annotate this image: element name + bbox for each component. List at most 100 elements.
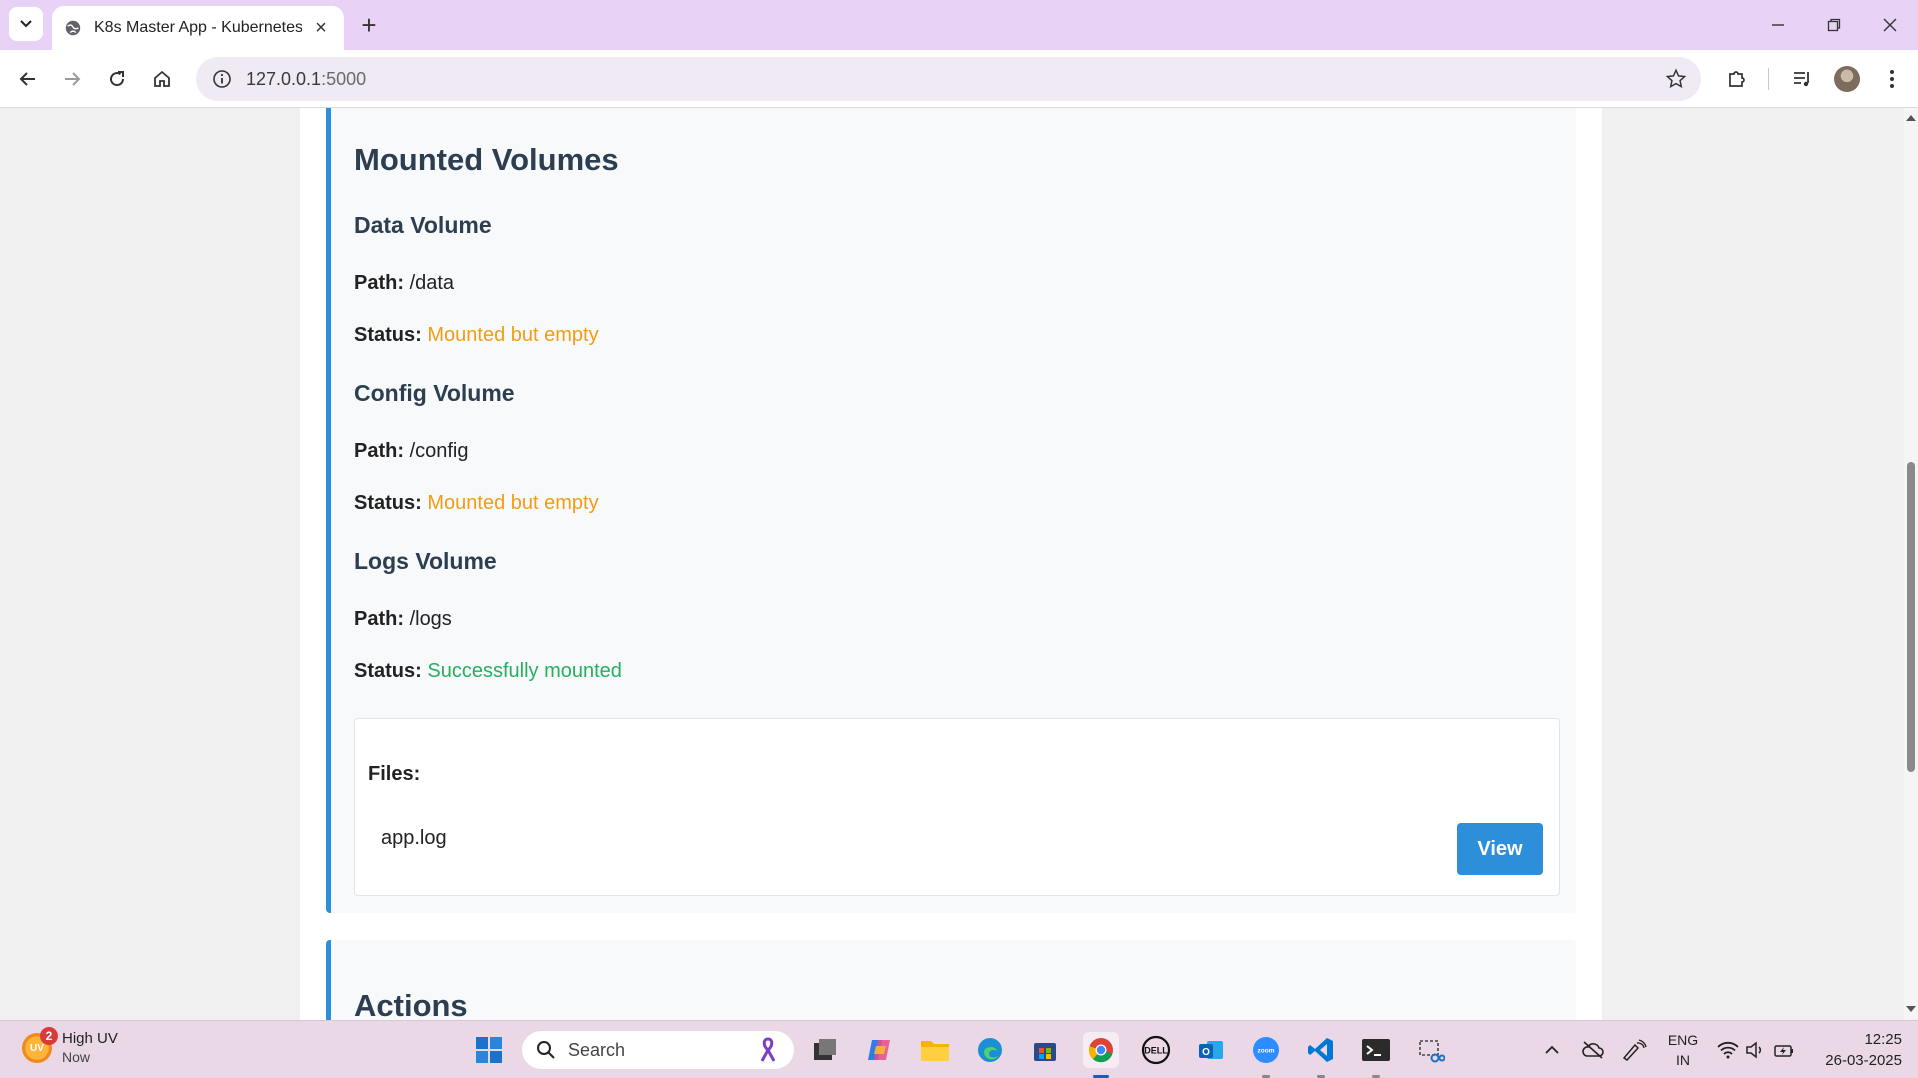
path-value: /logs [409, 608, 452, 630]
menu-button[interactable] [1874, 61, 1910, 97]
url-host: 127.0.0.1 [246, 68, 322, 89]
weather-widget[interactable]: UV 2 High UV Now [22, 1027, 118, 1067]
show-hidden-icons-button[interactable] [1537, 1021, 1567, 1078]
status-label: Status: [354, 660, 422, 682]
taskbar-search-box[interactable]: Search [522, 1031, 794, 1069]
status-value: Successfully mounted [427, 660, 622, 682]
task-view-button[interactable] [807, 1032, 843, 1068]
reload-button[interactable] [99, 61, 135, 97]
onedrive-status[interactable] [1578, 1021, 1608, 1078]
chevron-up-icon [1545, 1045, 1559, 1054]
home-button[interactable] [144, 61, 180, 97]
copilot-button[interactable] [862, 1032, 898, 1068]
battery-charging-icon [1774, 1045, 1793, 1057]
path-label: Path: [354, 440, 404, 462]
clock-time: 12:25 [1864, 1031, 1902, 1048]
store-button[interactable] [1027, 1032, 1063, 1068]
zoom-button[interactable]: zoom [1248, 1032, 1284, 1068]
wifi-status[interactable] [1714, 1021, 1742, 1078]
svg-text:DELL: DELL [1144, 1046, 1168, 1056]
outlook-button[interactable]: O [1193, 1032, 1229, 1068]
windows-taskbar: UV 2 High UV Now Search DELL O zoom ENG … [0, 1020, 1918, 1078]
status-label: Status: [354, 492, 422, 514]
page-scrollbar[interactable] [1904, 108, 1918, 1020]
files-panel: Files: app.log View [354, 718, 1560, 896]
minimize-icon [1772, 24, 1784, 26]
restore-button[interactable] [1806, 0, 1862, 50]
new-tab-button[interactable]: + [352, 8, 386, 42]
language-indicator[interactable]: ENG IN [1663, 1030, 1703, 1070]
file-name: app.log [381, 827, 447, 849]
clock-date: 26-03-2025 [1825, 1052, 1902, 1069]
url-text[interactable]: 127.0.0.1:5000 [246, 69, 366, 90]
terminal-icon [1362, 1039, 1390, 1061]
home-icon [154, 70, 170, 87]
site-info-icon[interactable] [212, 69, 232, 89]
file-explorer-button[interactable] [917, 1032, 953, 1068]
close-window-button[interactable] [1862, 0, 1918, 50]
tab-search-button[interactable] [9, 7, 43, 41]
path-value: /config [409, 440, 469, 462]
profile-button[interactable] [1829, 61, 1865, 97]
forward-button[interactable] [54, 61, 90, 97]
uv-sun-icon: UV 2 [22, 1027, 58, 1063]
battery-status[interactable] [1770, 1021, 1798, 1078]
url-port: :5000 [321, 68, 367, 89]
volume-path: Path: /data [354, 272, 454, 295]
mounted-volumes-section: Mounted Volumes Data Volume Path: /data … [326, 108, 1576, 913]
snipping-tool-button[interactable] [1413, 1032, 1449, 1068]
toolbar-divider [1768, 68, 1769, 90]
section-heading-volumes: Mounted Volumes [354, 142, 619, 177]
edge-browser-button[interactable] [972, 1032, 1008, 1068]
dell-app-button[interactable]: DELL [1138, 1032, 1174, 1068]
back-button[interactable] [10, 61, 46, 97]
volume-status: Status: Mounted but empty [354, 492, 599, 515]
volume-name: Config Volume [354, 380, 515, 406]
status-label: Status: [354, 324, 422, 346]
system-clock[interactable]: 12:25 26-03-2025 [1810, 1029, 1902, 1071]
volume-status[interactable] [1742, 1021, 1768, 1078]
view-file-button[interactable]: View [1457, 823, 1543, 875]
vscode-icon [1308, 1038, 1333, 1062]
restore-icon [1827, 18, 1841, 32]
ribbon-icon [760, 1037, 776, 1062]
close-icon [1883, 18, 1897, 32]
volume-path: Path: /logs [354, 608, 452, 631]
browser-toolbar: 127.0.0.1:5000 [0, 50, 1918, 108]
cloud-off-icon [1582, 1041, 1604, 1059]
chrome-button[interactable] [1083, 1032, 1119, 1068]
scrollbar-thumb[interactable] [1907, 462, 1915, 772]
path-label: Path: [354, 272, 404, 294]
svg-text:O: O [1202, 1047, 1210, 1058]
media-controls-button[interactable] [1784, 61, 1820, 97]
start-button[interactable] [471, 1032, 507, 1068]
snipping-tool-icon [1419, 1040, 1445, 1063]
uv-icon-text: UV [30, 1042, 44, 1054]
page-viewport: Mounted Volumes Data Volume Path: /data … [0, 108, 1904, 1020]
vscode-button[interactable] [1303, 1032, 1339, 1068]
edge-icon [978, 1038, 1002, 1062]
pen-input-status[interactable] [1618, 1021, 1650, 1078]
speaker-icon [1746, 1041, 1762, 1059]
scroll-down-arrow-icon[interactable] [1906, 1006, 1916, 1012]
search-placeholder: Search [568, 1039, 626, 1060]
region-code: IN [1676, 1052, 1690, 1068]
terminal-button[interactable] [1358, 1032, 1394, 1068]
volume-status: Status: Successfully mounted [354, 660, 622, 683]
tab-close-icon[interactable]: × [310, 17, 332, 40]
volume-name: Logs Volume [354, 548, 497, 574]
files-label: Files: [368, 763, 421, 785]
volume-status: Status: Mounted but empty [354, 324, 599, 347]
globe-icon [65, 20, 81, 36]
bookmark-star-icon[interactable] [1665, 68, 1687, 90]
tab-title: K8s Master App - Kubernetes M [94, 19, 302, 36]
minimize-button[interactable] [1750, 0, 1806, 50]
browser-tab-active[interactable]: K8s Master App - Kubernetes M × [52, 6, 344, 50]
path-label: Path: [354, 608, 404, 630]
extensions-button[interactable] [1719, 61, 1755, 97]
copilot-icon [868, 1040, 890, 1060]
scroll-up-arrow-icon[interactable] [1906, 115, 1916, 121]
svg-text:zoom: zoom [1258, 1048, 1275, 1055]
address-bar[interactable]: 127.0.0.1:5000 [196, 57, 1701, 101]
page-container: Mounted Volumes Data Volume Path: /data … [300, 108, 1602, 1020]
